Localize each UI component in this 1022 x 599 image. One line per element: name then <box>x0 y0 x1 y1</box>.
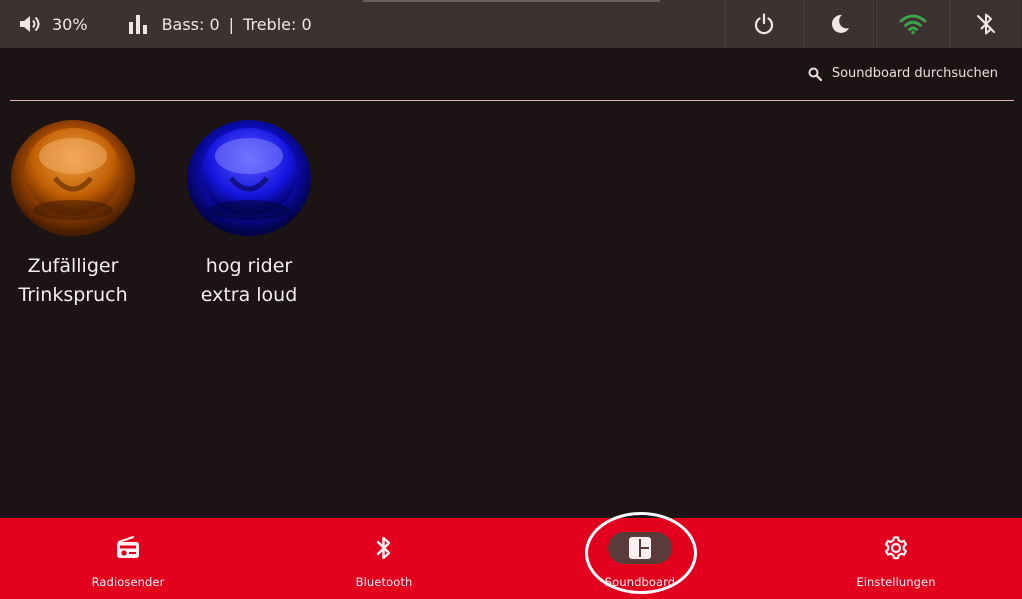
top-accent-line <box>363 0 660 2</box>
sound-button-hog-rider[interactable]: hog rider extra loud <box>179 112 319 310</box>
volume-indicator[interactable]: 30% <box>18 13 88 35</box>
status-bar: 30% Bass: 0 | Treble: 0 <box>0 0 1022 48</box>
nav-label: Radiosender <box>91 575 165 589</box>
soundboard-search[interactable]: Soundboard durchsuchen <box>808 66 998 81</box>
active-indicator <box>608 532 672 564</box>
bluetooth-off-icon <box>976 13 995 35</box>
nav-item-soundboard[interactable]: Soundboard <box>560 518 720 599</box>
sound-button-random-toast[interactable]: Zufälliger Trinkspruch <box>3 112 143 310</box>
divider <box>10 100 1014 101</box>
sound-label-line1: hog rider <box>205 255 293 277</box>
wifi-icon <box>899 14 926 35</box>
sound-label-line2: extra loud <box>200 284 298 306</box>
equalizer-indicator[interactable]: Bass: 0 | Treble: 0 <box>128 14 312 34</box>
nav-item-radiosender[interactable]: Radiosender <box>48 518 208 599</box>
volume-icon <box>20 16 40 32</box>
bass-value: Bass: 0 <box>161 14 220 34</box>
bottom-navigation: Radiosender Bluetooth Soundboard Einstel… <box>0 518 1022 599</box>
treble-value: Treble: 0 <box>243 14 312 34</box>
sound-label-line2: Trinkspruch <box>18 284 128 306</box>
radio-icon <box>117 536 139 558</box>
settings-icon <box>884 536 908 560</box>
orange-buzzer-icon <box>11 120 135 236</box>
moon-icon <box>831 14 849 33</box>
nav-label: Soundboard <box>604 575 676 589</box>
power-button[interactable] <box>725 0 803 48</box>
separator: | <box>228 14 235 34</box>
bluetooth-icon <box>376 536 391 560</box>
wifi-button[interactable] <box>876 0 949 48</box>
power-icon <box>754 13 774 35</box>
soundboard-icon <box>629 537 651 559</box>
nav-label: Einstellungen <box>856 575 936 589</box>
bluetooth-toggle-button[interactable] <box>949 0 1022 48</box>
nav-item-einstellungen[interactable]: Einstellungen <box>816 518 976 599</box>
night-mode-button[interactable] <box>803 0 876 48</box>
nav-item-bluetooth[interactable]: Bluetooth <box>304 518 464 599</box>
blue-buzzer-icon <box>187 120 311 236</box>
equalizer-icon <box>128 15 147 34</box>
search-icon <box>808 67 822 81</box>
search-label: Soundboard durchsuchen <box>831 66 998 81</box>
sound-label-line1: Zufälliger <box>27 255 119 277</box>
nav-label: Bluetooth <box>355 575 413 589</box>
volume-value: 30% <box>52 14 88 34</box>
